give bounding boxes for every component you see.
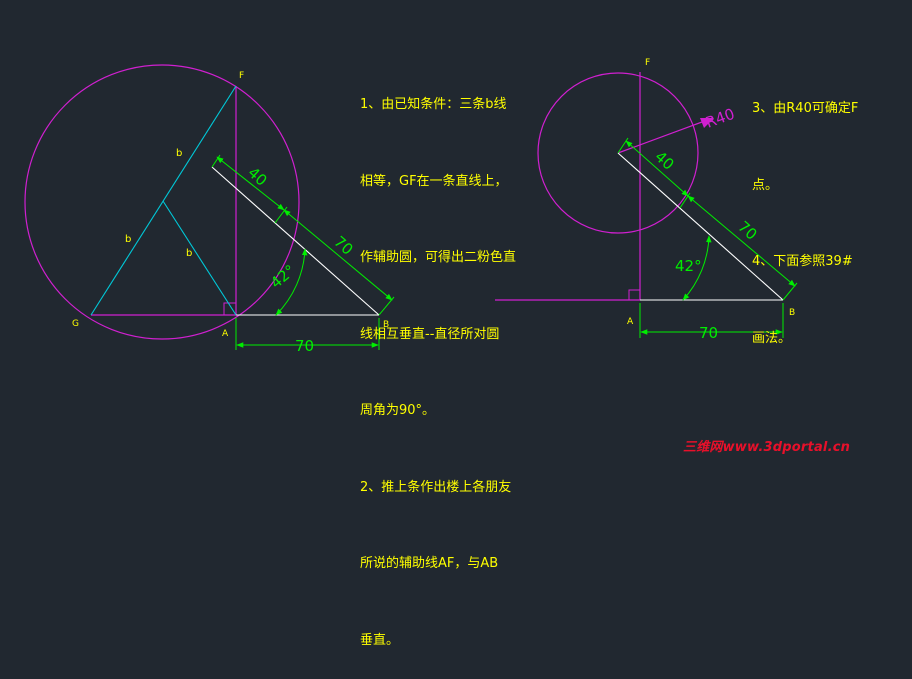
note-right-line-1: 3、由R40可确定F [752,101,859,116]
left-dim-40-label: 40 [244,164,270,190]
note-left-line-1: 1、由已知条件：三条b线 [360,97,507,112]
right-radius-label: R40 [703,105,737,132]
note-left-line-6: 2、推上条作出楼上各朋友 [360,479,512,495]
note-left-line-5: 周角为90°。 [360,403,436,418]
left-point-F: F [239,71,244,81]
left-dim-40 [216,156,285,211]
right-point-A: A [627,317,634,327]
left-dim-70-slant-label: 70 [330,233,356,259]
left-point-A: A [222,329,229,339]
note-right-line-3: 4、下面参照39# [752,254,853,269]
right-dim-40-label: 40 [651,148,677,174]
left-side-label-b-3: b [186,248,192,259]
left-side-b-mid-to-A [162,200,237,316]
explanation-notes-left: 1、由已知条件：三条b线 相等，GF在一条直线上， 作辅助圆，可得出二粉色直 线… [360,41,516,679]
left-figure: F G A B b b b 40 70 42° 70 [24,64,395,355]
left-point-G: G [72,319,79,329]
right-dim-70-base-label: 70 [699,324,718,342]
explanation-notes-right: 3、由R40可确定F 点。 4、下面参照39# 画法。 [752,45,858,377]
site-watermark: 三维网www.3dportal.cn [683,440,851,455]
note-right-line-2: 点。 [752,177,779,193]
right-right-angle-mark [628,289,641,301]
left-side-label-b-1: b [176,148,182,159]
left-angle-label: 42° [267,261,299,292]
right-angle-label: 42° [675,257,702,275]
note-right-line-4: 画法。 [752,330,792,346]
left-side-label-b-2: b [125,234,131,245]
left-hypotenuse [211,166,380,316]
left-dim-70-base-label: 70 [295,337,314,355]
right-radius-line [617,121,703,154]
left-dim-ext-mid [274,206,288,224]
right-dim-ext-mid [679,192,691,209]
note-left-line-2: 相等，GF在一条直线上， [360,173,508,189]
note-left-line-8: 垂直。 [360,632,400,648]
note-left-line-7: 所说的辅助线AF，与AB [360,556,499,571]
note-left-line-4: 线相互垂直--直径所对圆 [360,326,500,342]
left-dim-ext-top [211,154,221,168]
right-point-F: F [645,58,650,68]
note-left-line-3: 作辅助圆，可得出二粉色直 [360,250,517,265]
